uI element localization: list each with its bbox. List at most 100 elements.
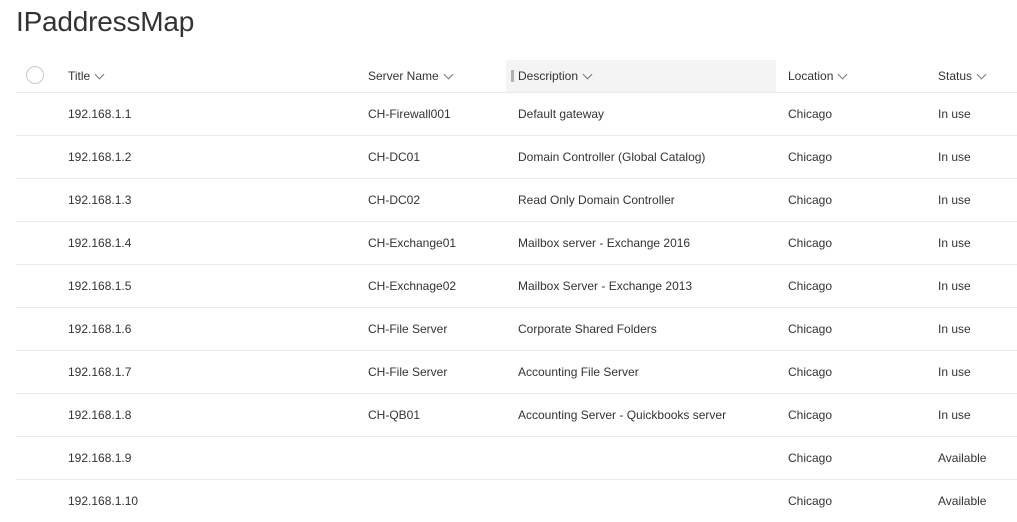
cell-description-text: Read Only Domain Controller — [518, 193, 675, 207]
table-row[interactable]: 192.168.1.9 Chicago Available — [16, 437, 1017, 480]
cell-location: Chicago — [788, 222, 918, 264]
cell-status-text: Available — [938, 451, 987, 465]
cell-server-name-text: CH-QB01 — [368, 408, 421, 422]
cell-title[interactable]: 192.168.1.8 — [68, 394, 348, 436]
cell-title-text[interactable]: 192.168.1.2 — [68, 150, 131, 164]
column-header-description-label: Description — [518, 69, 579, 83]
cell-title[interactable]: 192.168.1.1 — [68, 93, 348, 135]
cell-location: Chicago — [788, 308, 918, 350]
cell-location: Chicago — [788, 351, 918, 393]
column-header-server-name[interactable]: Server Name — [368, 60, 498, 92]
column-resize-handle[interactable] — [511, 70, 514, 82]
column-header-status-label: Status — [938, 69, 973, 83]
cell-location: Chicago — [788, 480, 918, 522]
cell-description: Default gateway — [518, 93, 776, 135]
list-body: 192.168.1.1 CH-Firewall001 Default gateway… — [16, 93, 1017, 522]
cell-title-text[interactable]: 192.168.1.1 — [68, 107, 131, 121]
page-title: IPaddressMap — [16, 6, 195, 37]
cell-title[interactable]: 192.168.1.9 — [68, 437, 348, 479]
cell-server-name: CH-Exchange01 — [368, 222, 498, 264]
cell-status-text: In use — [938, 279, 971, 293]
cell-status: In use — [938, 222, 1017, 264]
cell-title[interactable]: 192.168.1.6 — [68, 308, 348, 350]
column-header-title-label: Title — [68, 69, 91, 83]
cell-location-text: Chicago — [788, 279, 833, 293]
cell-title[interactable]: 192.168.1.4 — [68, 222, 348, 264]
table-row[interactable]: 192.168.1.1 CH-Firewall001 Default gateway… — [16, 93, 1017, 136]
cell-server-name: CH-Exchnage02 — [368, 265, 498, 307]
column-header-description[interactable]: Description — [506, 60, 776, 92]
cell-server-name: CH-DC01 — [368, 136, 498, 178]
cell-location: Chicago — [788, 437, 918, 479]
cell-description: Accounting File Server — [518, 351, 776, 393]
column-header-server-name-label: Server Name — [368, 69, 439, 83]
cell-title-text[interactable]: 192.168.1.10 — [68, 494, 138, 508]
chevron-down-icon — [94, 69, 105, 79]
cell-status-text: In use — [938, 193, 971, 207]
cell-description — [518, 480, 776, 522]
select-all-checkbox[interactable] — [26, 66, 44, 84]
cell-title-text[interactable]: 192.168.1.7 — [68, 365, 131, 379]
cell-description: Read Only Domain Controller — [518, 179, 776, 221]
cell-title-text[interactable]: 192.168.1.3 — [68, 193, 131, 207]
cell-status: In use — [938, 93, 1017, 135]
cell-title-text[interactable]: 192.168.1.9 — [68, 451, 131, 465]
column-header-location-label: Location — [788, 69, 834, 83]
cell-status: In use — [938, 265, 1017, 307]
cell-title[interactable]: 192.168.1.7 — [68, 351, 348, 393]
cell-description: Corporate Shared Folders — [518, 308, 776, 350]
cell-title-text[interactable]: 192.168.1.8 — [68, 408, 131, 422]
table-row[interactable]: 192.168.1.6 CH-File Server Corporate Share… — [16, 308, 1017, 351]
cell-location-text: Chicago — [788, 193, 833, 207]
column-header-title[interactable]: Title — [68, 60, 348, 92]
cell-status-text: Available — [938, 494, 987, 508]
cell-description-text: Accounting File Server — [518, 365, 639, 379]
cell-server-name-text: CH-DC02 — [368, 193, 421, 207]
cell-server-name: CH-QB01 — [368, 394, 498, 436]
table-row[interactable]: 192.168.1.5 CH-Exchnage02 Mailbox Server -… — [16, 265, 1017, 308]
cell-location-text: Chicago — [788, 408, 833, 422]
cell-location-text: Chicago — [788, 322, 833, 336]
cell-location: Chicago — [788, 394, 918, 436]
table-row[interactable]: 192.168.1.7 CH-File Server Accounting File… — [16, 351, 1017, 394]
cell-description: Mailbox Server - Exchange 2013 — [518, 265, 776, 307]
cell-title[interactable]: 192.168.1.10 — [68, 480, 348, 522]
table-row[interactable]: 192.168.1.10 Chicago Available — [16, 480, 1017, 522]
cell-server-name: CH-File Server — [368, 351, 498, 393]
cell-title-text[interactable]: 192.168.1.5 — [68, 279, 131, 293]
cell-title-text[interactable]: 192.168.1.6 — [68, 322, 131, 336]
cell-description-text: Default gateway — [518, 107, 605, 121]
cell-title-text[interactable]: 192.168.1.4 — [68, 236, 131, 250]
table-row[interactable]: 192.168.1.4 CH-Exchange01 Mailbox server -… — [16, 222, 1017, 265]
table-row[interactable]: 192.168.1.3 CH-DC02 Read Only Domain Contr… — [16, 179, 1017, 222]
cell-location-text: Chicago — [788, 451, 833, 465]
cell-title[interactable]: 192.168.1.3 — [68, 179, 348, 221]
cell-description: Mailbox server - Exchange 2016 — [518, 222, 776, 264]
column-header-status[interactable]: Status — [938, 60, 1017, 92]
cell-location: Chicago — [788, 179, 918, 221]
column-header-location[interactable]: Location — [788, 60, 918, 92]
cell-status-text: In use — [938, 365, 971, 379]
cell-server-name: CH-Firewall001 — [368, 93, 498, 135]
cell-server-name-text: CH-File Server — [368, 365, 448, 379]
chevron-down-icon — [582, 69, 593, 79]
chevron-down-icon — [837, 69, 848, 79]
cell-description: Domain Controller (Global Catalog) — [518, 136, 776, 178]
table-row[interactable]: 192.168.1.8 CH-QB01 Accounting Server - Qu… — [16, 394, 1017, 437]
cell-location: Chicago — [788, 265, 918, 307]
cell-title[interactable]: 192.168.1.2 — [68, 136, 348, 178]
cell-location-text: Chicago — [788, 107, 833, 121]
cell-server-name-text: CH-Firewall001 — [368, 107, 451, 121]
cell-status-text: In use — [938, 408, 971, 422]
cell-location-text: Chicago — [788, 365, 833, 379]
ip-address-list: Title Server Name Description Location S… — [16, 60, 1017, 522]
cell-status-text: In use — [938, 322, 971, 336]
cell-description-text: Domain Controller (Global Catalog) — [518, 150, 706, 164]
cell-status: In use — [938, 394, 1017, 436]
cell-status-text: In use — [938, 150, 971, 164]
cell-title[interactable]: 192.168.1.5 — [68, 265, 348, 307]
cell-server-name-text: CH-File Server — [368, 322, 448, 336]
chevron-down-icon — [976, 69, 987, 79]
cell-description-text: Mailbox server - Exchange 2016 — [518, 236, 691, 250]
table-row[interactable]: 192.168.1.2 CH-DC01 Domain Controller (Glo… — [16, 136, 1017, 179]
